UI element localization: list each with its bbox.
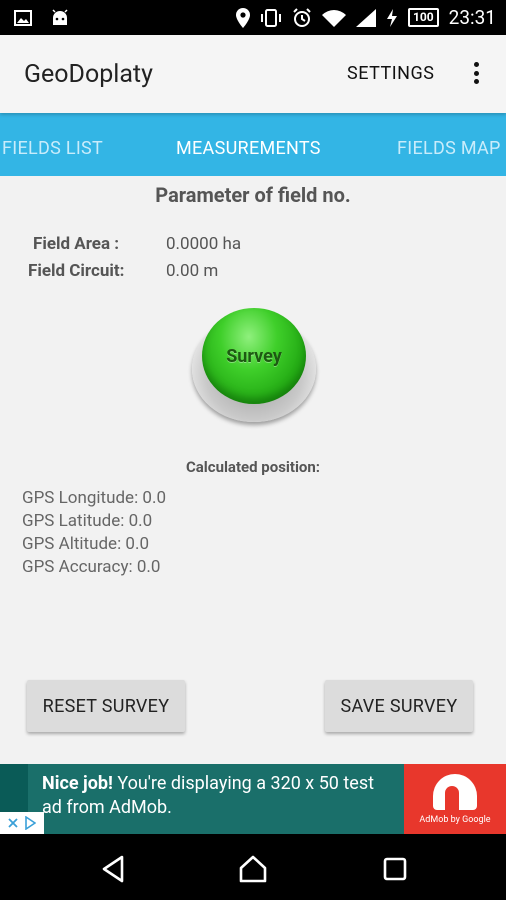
calculated-position-heading: Calculated position:: [185, 458, 321, 476]
field-circuit-value: 0.00 m: [166, 261, 219, 281]
ad-text: Nice job! You're displaying a 320 x 50 t…: [42, 772, 382, 820]
location-icon: [236, 7, 251, 28]
battery-level: 100: [408, 8, 439, 27]
page-title: Parameter of field no.: [155, 183, 351, 207]
save-survey-button[interactable]: SAVE SURVEY: [325, 680, 473, 732]
gps-longitude: GPS Longitude: 0.0: [22, 488, 166, 508]
recents-icon[interactable]: [380, 854, 410, 884]
gps-latitude: GPS Latitude: 0.0: [22, 511, 153, 531]
admob-logo: AdMob by Google: [404, 764, 506, 834]
field-area-value: 0.0000 ha: [166, 234, 242, 254]
android-icon: [50, 8, 70, 27]
ad-choices-icon[interactable]: [0, 812, 44, 834]
ad-headline: Nice job!: [42, 773, 113, 794]
alarm-icon: [292, 7, 312, 28]
home-icon[interactable]: [238, 854, 268, 884]
app-bar: GeoDoplaty SETTINGS: [0, 35, 506, 113]
signal-icon: [356, 8, 377, 27]
wifi-icon: [322, 9, 347, 27]
settings-button[interactable]: SETTINGS: [347, 63, 434, 84]
reset-survey-button[interactable]: RESET SURVEY: [27, 680, 185, 732]
tab-bar: FIELDS LIST MEASUREMENTS FIELDS MAP: [0, 113, 506, 176]
field-area-label: Field Area :: [33, 234, 120, 254]
admob-logo-icon: [433, 773, 477, 810]
survey-button-label: Survey: [226, 345, 282, 367]
survey-button[interactable]: Survey: [192, 308, 316, 422]
status-bar: 100 23:31: [0, 0, 506, 35]
ad-banner[interactable]: Nice job! You're displaying a 320 x 50 t…: [0, 764, 506, 834]
app-title: GeoDoplaty: [24, 59, 153, 89]
status-time: 23:31: [448, 6, 496, 29]
admob-logo-text: AdMob by Google: [419, 814, 491, 825]
navigation-bar: [0, 834, 506, 900]
back-icon[interactable]: [98, 854, 128, 884]
image-icon: [14, 9, 32, 27]
field-circuit-label: Field Circuit:: [28, 261, 125, 281]
more-vert-icon[interactable]: [466, 57, 486, 89]
measurements-panel: Parameter of field no. Field Area : 0.00…: [0, 176, 506, 764]
charging-icon: [386, 8, 398, 27]
gps-accuracy: GPS Accuracy: 0.0: [22, 557, 161, 577]
tab-fields-list[interactable]: FIELDS LIST: [2, 138, 103, 159]
tab-measurements[interactable]: MEASUREMENTS: [176, 138, 321, 159]
tab-fields-map[interactable]: FIELDS MAP: [397, 138, 501, 159]
vibrate-icon: [260, 8, 282, 27]
gps-altitude: GPS Altitude: 0.0: [22, 534, 149, 554]
